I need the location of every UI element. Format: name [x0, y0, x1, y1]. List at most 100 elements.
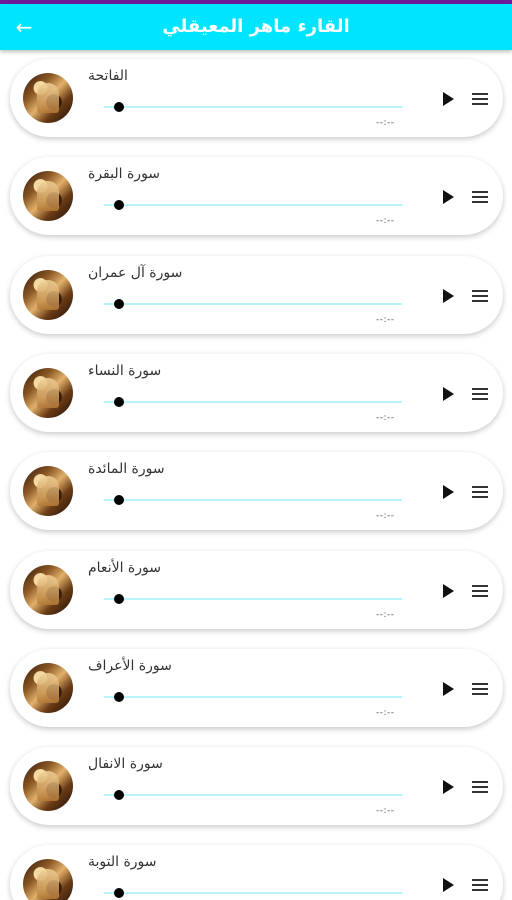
slider-thumb[interactable] — [114, 888, 124, 899]
surah-name: سورة التوبة — [88, 854, 157, 871]
menu-icon-bar — [472, 496, 488, 499]
menu-icon-bar — [472, 589, 488, 592]
reciter-avatar — [23, 466, 73, 517]
audio-progress-slider[interactable] — [104, 888, 402, 899]
menu-icon-bar — [472, 687, 488, 690]
slider-thumb[interactable] — [114, 691, 124, 702]
audio-progress-slider[interactable] — [104, 790, 402, 801]
slider-thumb[interactable] — [114, 396, 124, 407]
slider-track — [104, 597, 402, 600]
slider-track — [104, 892, 402, 895]
play-icon[interactable] — [438, 187, 458, 207]
slider-thumb[interactable] — [114, 495, 124, 506]
slider-thumb[interactable] — [114, 298, 124, 309]
slider-thumb[interactable] — [114, 790, 124, 801]
duration-label: --:-- — [376, 707, 395, 718]
audio-progress-slider[interactable] — [104, 691, 402, 702]
slider-track — [104, 794, 402, 797]
slider-track — [104, 302, 402, 305]
slider-track — [104, 400, 402, 403]
duration-label: --:-- — [376, 412, 395, 423]
menu-icon-bar — [472, 392, 488, 395]
menu-icon-bar — [472, 682, 488, 685]
slider-track — [104, 204, 402, 207]
surah-name: سورة النساء — [88, 362, 162, 379]
menu-icon-bar — [472, 191, 488, 194]
play-icon[interactable] — [438, 89, 458, 109]
audio-progress-slider[interactable] — [104, 396, 402, 407]
surah-list[interactable]: الفاتحة --:-- سورة البقرة --:-- سورة آل عمرا… — [0, 50, 512, 900]
menu-icon-bar — [472, 594, 488, 597]
duration-label: --:-- — [376, 314, 395, 325]
menu-icon-bar — [472, 387, 488, 390]
surah-card[interactable]: سورة آل عمران --:-- — [10, 255, 503, 334]
menu-icon-bar — [472, 93, 488, 95]
slider-track — [104, 695, 402, 698]
menu-icon[interactable] — [470, 385, 490, 403]
reciter-avatar — [23, 171, 73, 222]
slider-track — [104, 106, 402, 108]
reciter-avatar — [23, 269, 73, 320]
surah-name: سورة الأنعام — [88, 559, 161, 576]
menu-icon[interactable] — [470, 876, 490, 894]
menu-icon-bar — [472, 294, 488, 297]
slider-thumb[interactable] — [114, 102, 124, 112]
menu-icon-bar — [472, 781, 488, 784]
surah-card[interactable]: سورة الأنعام --:-- — [10, 550, 503, 629]
slider-thumb[interactable] — [114, 593, 124, 604]
play-icon[interactable] — [438, 875, 458, 895]
duration-label: --:-- — [376, 511, 395, 522]
surah-name: سورة الانفال — [88, 756, 163, 773]
menu-icon-bar — [472, 786, 488, 789]
duration-label: --:-- — [376, 806, 395, 817]
audio-progress-slider[interactable] — [104, 495, 402, 506]
play-icon[interactable] — [438, 286, 458, 306]
surah-card[interactable]: سورة المائدة --:-- — [10, 452, 503, 531]
duration-label: --:-- — [376, 118, 395, 128]
reciter-avatar — [23, 662, 73, 713]
play-icon[interactable] — [438, 679, 458, 699]
surah-name: الفاتحة — [88, 68, 128, 84]
menu-icon-bar — [472, 201, 488, 204]
menu-icon[interactable] — [470, 90, 490, 108]
play-icon[interactable] — [438, 777, 458, 797]
audio-progress-slider[interactable] — [104, 102, 402, 112]
surah-card[interactable]: سورة الانفال --:-- — [10, 747, 503, 826]
menu-icon-bar — [472, 692, 488, 695]
menu-icon[interactable] — [470, 287, 490, 305]
surah-name: سورة آل عمران — [88, 264, 183, 281]
audio-progress-slider[interactable] — [104, 298, 402, 309]
slider-thumb[interactable] — [114, 200, 124, 211]
menu-icon[interactable] — [470, 680, 490, 698]
duration-label: --:-- — [376, 216, 395, 227]
slider-track — [104, 499, 402, 502]
surah-card[interactable]: سورة النساء --:-- — [10, 353, 503, 432]
menu-icon-bar — [472, 491, 488, 494]
menu-icon[interactable] — [470, 188, 490, 206]
menu-icon[interactable] — [470, 483, 490, 501]
play-icon[interactable] — [438, 482, 458, 502]
menu-icon-bar — [472, 299, 488, 302]
menu-icon[interactable] — [470, 778, 490, 796]
play-icon[interactable] — [438, 384, 458, 404]
duration-label: --:-- — [376, 609, 395, 620]
surah-name: سورة البقرة — [88, 166, 161, 183]
menu-icon-bar — [472, 584, 488, 587]
menu-icon-bar — [472, 889, 488, 892]
menu-icon-bar — [472, 289, 488, 292]
menu-icon-bar — [472, 98, 488, 100]
surah-card[interactable]: سورة الأعراف --:-- — [10, 648, 503, 727]
audio-progress-slider[interactable] — [104, 200, 402, 211]
surah-card[interactable]: الفاتحة --:-- — [10, 59, 503, 137]
app-bar: ← القارء ماهر المعيقلي — [0, 4, 512, 50]
menu-icon-bar — [472, 791, 488, 794]
audio-progress-slider[interactable] — [104, 593, 402, 604]
reciter-avatar — [23, 564, 73, 615]
reciter-avatar — [23, 859, 73, 900]
menu-icon[interactable] — [470, 582, 490, 600]
play-icon[interactable] — [438, 581, 458, 601]
surah-card[interactable]: سورة التوبة--:-- — [10, 845, 503, 900]
reciter-avatar — [23, 73, 73, 123]
surah-card[interactable]: سورة البقرة --:-- — [10, 157, 503, 236]
menu-icon-bar — [472, 103, 488, 105]
